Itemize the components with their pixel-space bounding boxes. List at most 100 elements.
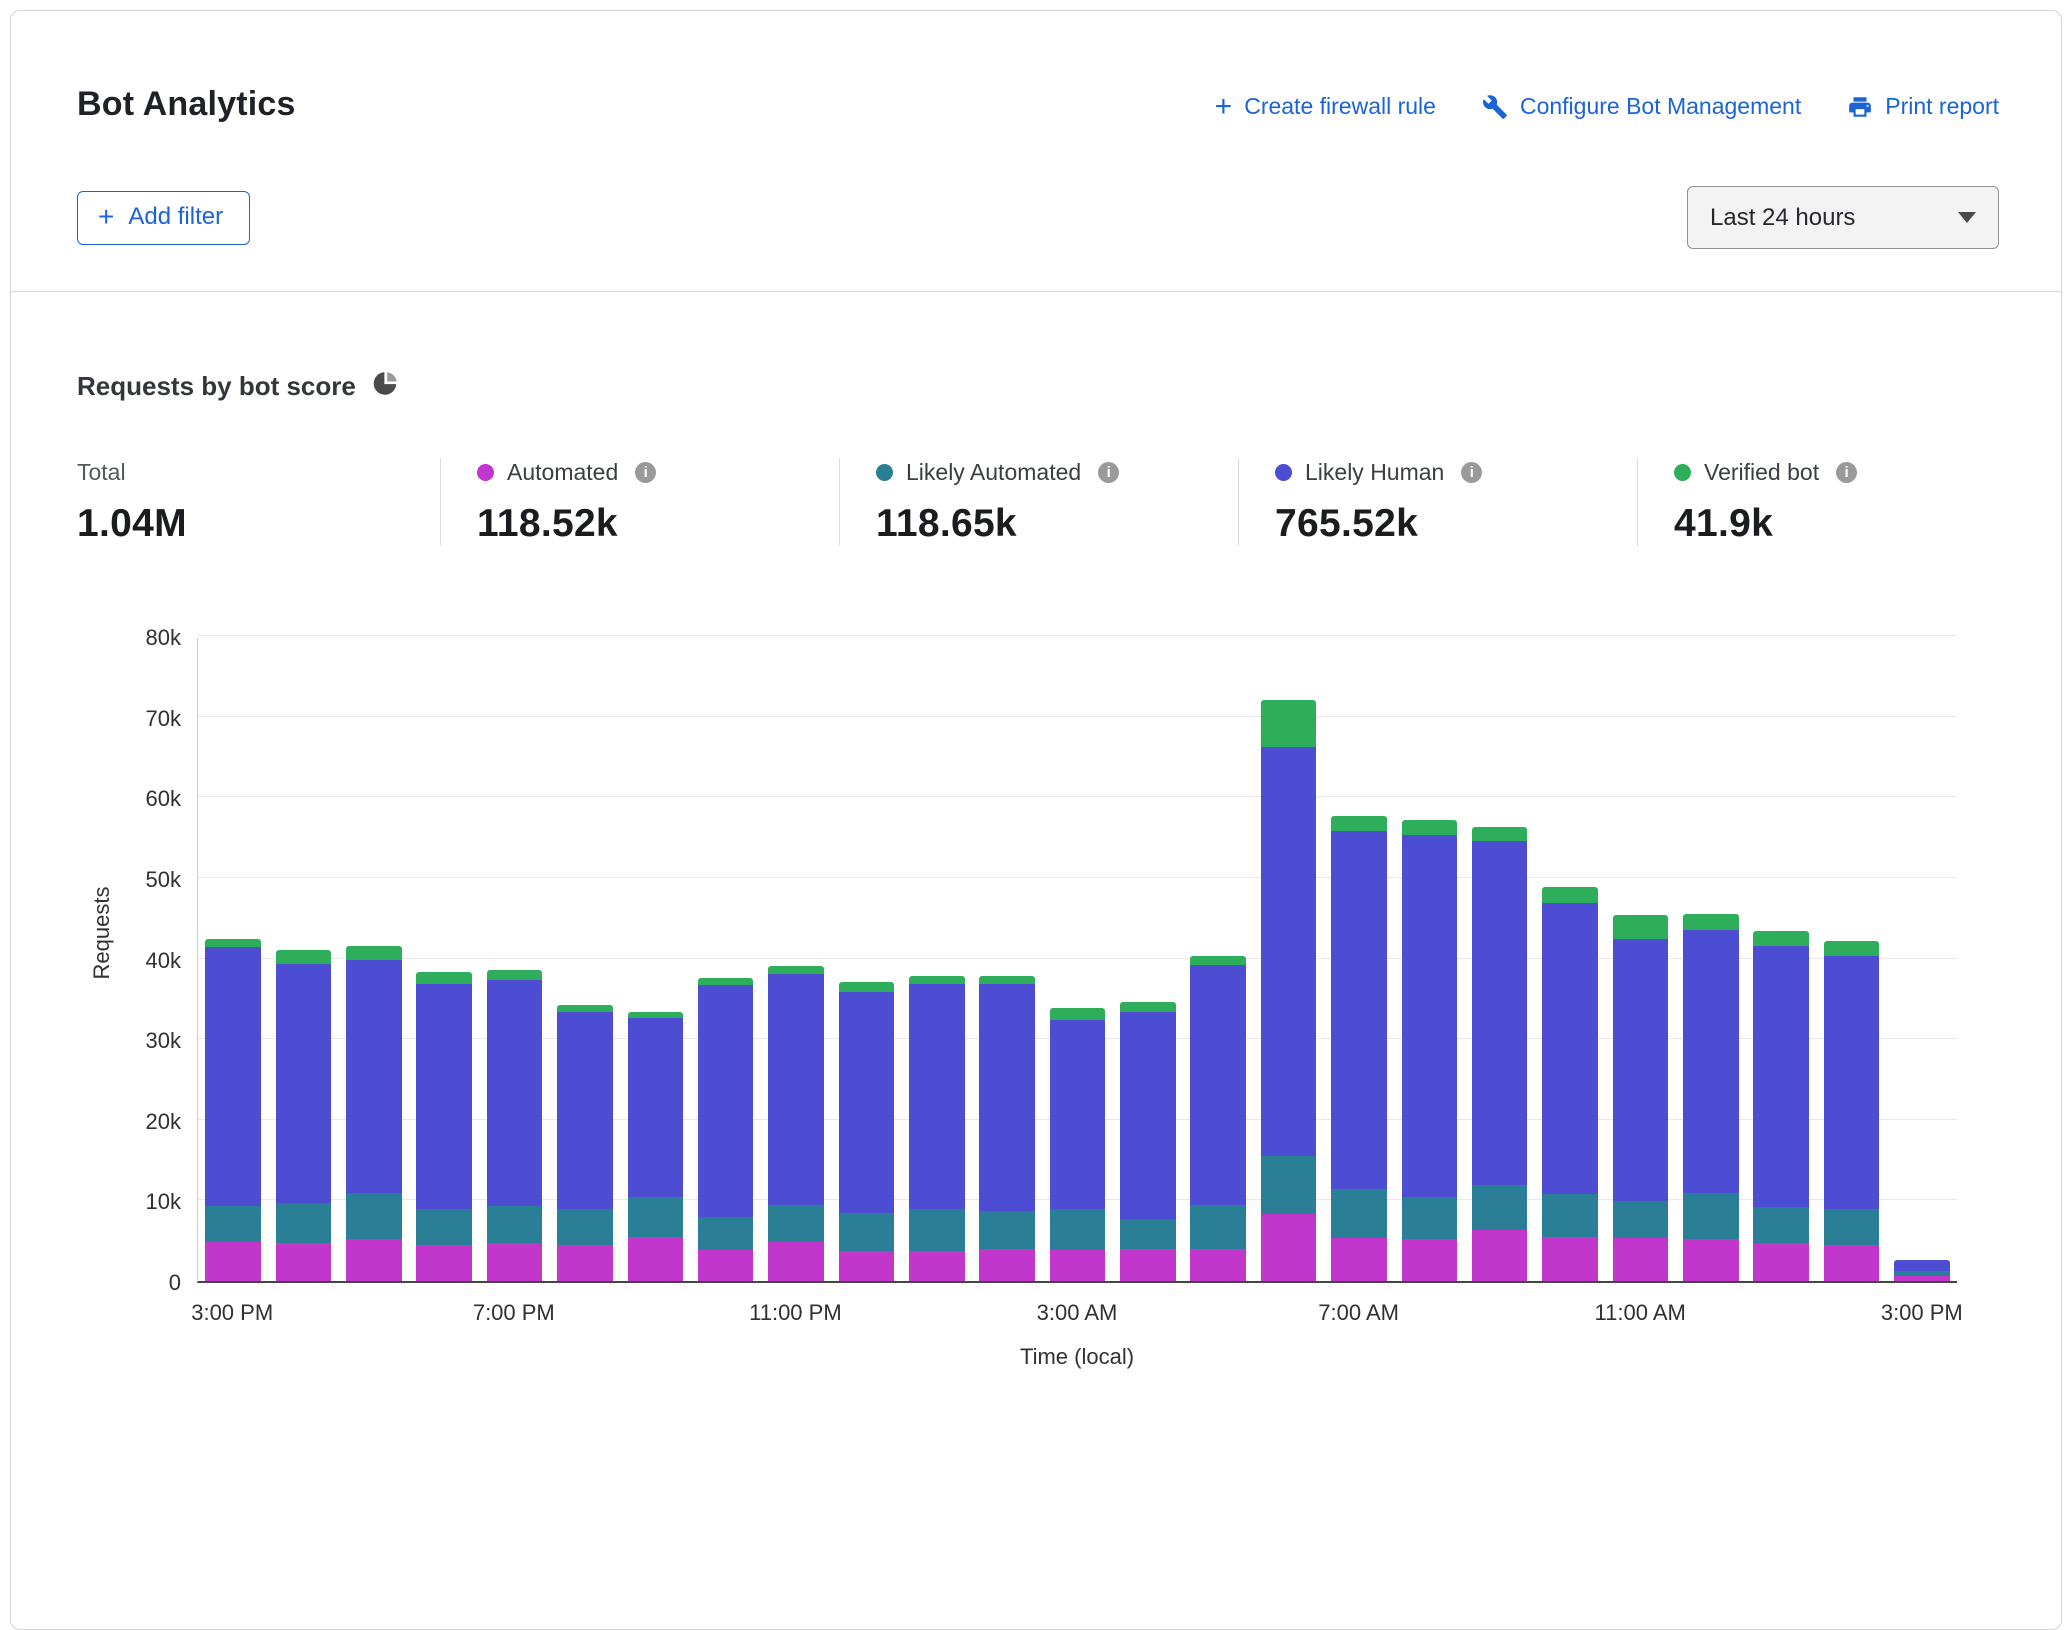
y-tick-label: 70k [146,706,181,732]
chart-bar[interactable] [831,638,901,1281]
chart-bar[interactable] [1042,638,1112,1281]
bar-segment-verified-bot [1683,914,1739,930]
bar-segment-automated [205,1242,261,1281]
bar-segment-likely-automated [1331,1189,1387,1239]
pie-chart-icon [372,370,399,402]
bar-segment-likely-human [628,1018,684,1196]
bar-segment-automated [1331,1238,1387,1281]
bar-segment-likely-human [698,985,754,1216]
chart-bar[interactable] [550,638,620,1281]
info-icon[interactable]: i [1461,462,1482,483]
stat-total-label: Total [77,458,430,486]
bar-segment-likely-automated [628,1197,684,1237]
bar-segment-likely-human [1120,1012,1176,1219]
section-title: Requests by bot score [77,371,356,402]
info-icon[interactable]: i [1836,462,1857,483]
time-range-dropdown[interactable]: Last 24 hours [1687,186,1999,249]
bar-segment-likely-human [487,980,543,1207]
create-firewall-rule-label: Create firewall rule [1244,93,1436,120]
y-axis-ticks: 010k20k30k40k50k60k70k80k [77,638,181,1283]
stat-likely-automated: Likely Automated i 118.65k [839,458,1238,546]
chart-bar[interactable] [1816,638,1886,1281]
chart-bar[interactable] [1887,638,1957,1281]
bar-segment-likely-automated [1613,1201,1669,1239]
bar-segment-automated [1402,1239,1458,1281]
bar-segment-likely-automated [1190,1205,1246,1249]
stat-total-value: 1.04M [77,502,430,546]
chart-bar[interactable] [339,638,409,1281]
print-report-label: Print report [1885,93,1999,120]
create-firewall-rule-link[interactable]: + Create firewall rule [1215,93,1436,120]
info-icon[interactable]: i [635,462,656,483]
chart-bar[interactable] [268,638,338,1281]
stat-automated: Automated i 118.52k [440,458,839,546]
chart-bar[interactable] [902,638,972,1281]
bar-segment-likely-automated [1261,1156,1317,1214]
chart-bar[interactable] [1324,638,1394,1281]
info-icon[interactable]: i [1098,462,1119,483]
bar-segment-verified-bot [205,939,261,947]
bar-segment-automated [1824,1245,1880,1281]
chart-bar[interactable] [1253,638,1323,1281]
bar-segment-likely-automated [698,1217,754,1251]
bar-segment-automated [1190,1249,1246,1281]
bar-segment-likely-human [1753,946,1809,1207]
chart-bar[interactable] [198,638,268,1281]
bar-segment-automated [1753,1243,1809,1281]
chart-bar[interactable] [620,638,690,1281]
chart-bar[interactable] [1464,638,1534,1281]
bar-segment-likely-automated [1542,1194,1598,1237]
bar-segment-verified-bot [1402,820,1458,834]
verified-bot-legend-dot [1674,464,1691,481]
chart-bar[interactable] [409,638,479,1281]
chart-bar[interactable] [1535,638,1605,1281]
chart-bar[interactable] [1746,638,1816,1281]
chart-bar[interactable] [972,638,1042,1281]
bar-segment-automated [487,1243,543,1281]
bar-segment-likely-automated [1824,1209,1880,1245]
bar-segment-automated [1261,1214,1317,1281]
bar-segment-verified-bot [1190,956,1246,966]
configure-bot-management-link[interactable]: Configure Bot Management [1482,93,1801,120]
bar-segment-automated [276,1243,332,1281]
bar-segment-verified-bot [698,978,754,985]
requests-by-bot-score-chart: Requests 010k20k30k40k50k60k70k80k 3:00 … [77,638,1999,1390]
chart-bar[interactable] [761,638,831,1281]
y-tick-label: 20k [146,1109,181,1135]
bar-segment-automated [1472,1230,1528,1281]
bar-segment-automated [909,1251,965,1281]
bar-segment-likely-automated [839,1213,895,1252]
gridline [198,635,1957,636]
y-tick-label: 10k [146,1189,181,1215]
chart-bar[interactable] [1183,638,1253,1281]
chevron-down-icon [1958,212,1976,223]
bar-segment-automated [1894,1276,1950,1281]
bar-segment-automated [1613,1238,1669,1281]
bar-segment-verified-bot [346,946,402,960]
x-tick-label: 7:00 PM [473,1300,555,1326]
chart-bar[interactable] [1394,638,1464,1281]
chart-bar[interactable] [691,638,761,1281]
stat-automated-value: 118.52k [477,502,829,546]
bar-segment-automated [1120,1249,1176,1281]
chart-bar[interactable] [1676,638,1746,1281]
bar-segment-likely-automated [205,1206,261,1242]
bar-segment-likely-automated [768,1205,824,1243]
add-filter-button[interactable]: + Add filter [77,191,250,245]
print-report-link[interactable]: Print report [1847,93,1999,120]
chart-bar[interactable] [1605,638,1675,1281]
plus-icon: + [98,205,114,229]
bar-segment-likely-human [979,984,1035,1211]
chart-bar[interactable] [479,638,549,1281]
bar-segment-automated [1683,1239,1739,1281]
bar-segment-likely-human [839,992,895,1213]
x-axis-title: Time (local) [1020,1344,1134,1370]
bar-segment-automated [839,1251,895,1281]
bar-segment-likely-human [346,960,402,1193]
printer-icon [1847,94,1873,120]
header-actions: + Create firewall rule Configure Bot Man… [1215,93,1999,120]
bar-segment-likely-human [768,974,824,1205]
chart-bar[interactable] [1113,638,1183,1281]
bar-segment-likely-automated [487,1206,543,1243]
bar-segment-verified-bot [557,1005,613,1012]
